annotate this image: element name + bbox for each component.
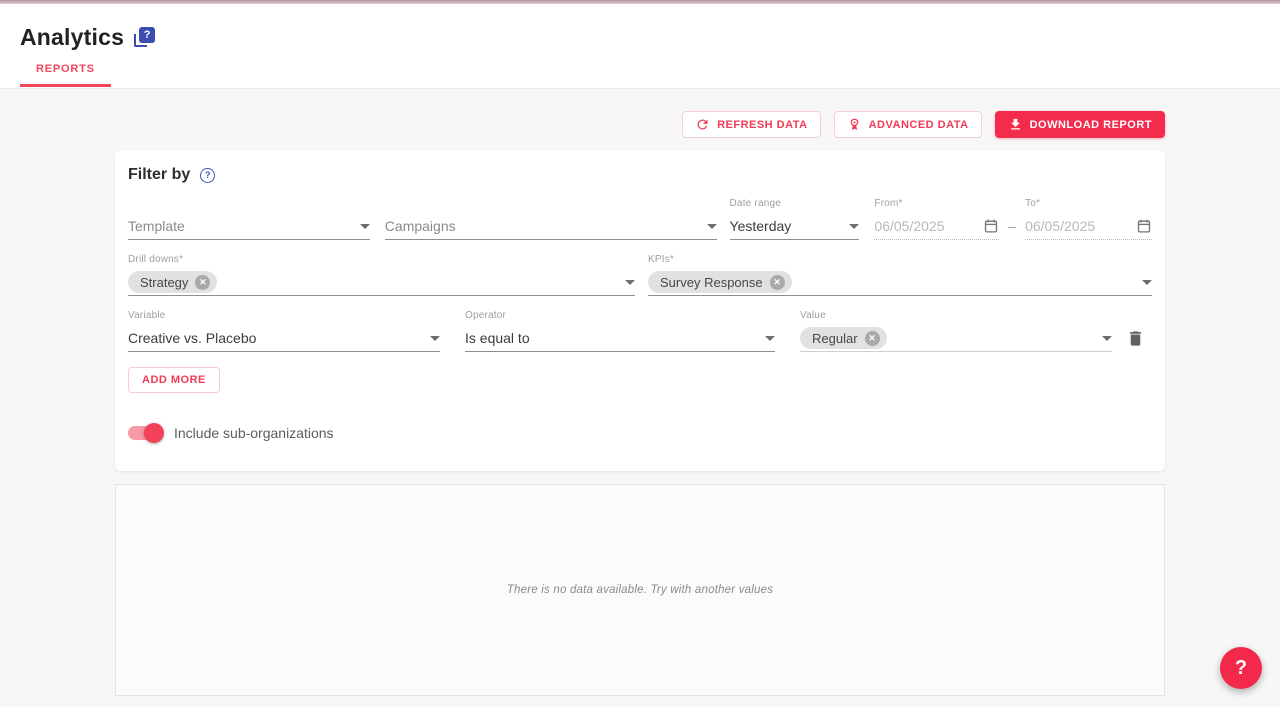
operator-select[interactable]: Operator Is equal to bbox=[465, 310, 775, 352]
to-label: To* bbox=[1025, 198, 1152, 213]
campaigns-placeholder: Campaigns bbox=[385, 218, 701, 234]
award-icon bbox=[847, 117, 862, 132]
campaigns-select[interactable]: Campaigns bbox=[385, 198, 717, 240]
tab-reports[interactable]: REPORTS bbox=[20, 63, 111, 87]
circle-question-icon[interactable]: ? bbox=[200, 168, 215, 183]
date-separator: – bbox=[999, 218, 1025, 240]
actions-toolbar: REFRESH DATA ADVANCED DATA DOWNLOAD REPO… bbox=[115, 111, 1165, 138]
filter-row-1: Template Campaigns Date range Yesterday bbox=[128, 198, 1152, 240]
chevron-down-icon bbox=[849, 224, 859, 229]
from-date-field[interactable]: From* 06/05/2025 bbox=[874, 198, 999, 240]
calendar-icon[interactable] bbox=[1136, 218, 1152, 234]
template-placeholder: Template bbox=[128, 218, 354, 234]
download-report-button[interactable]: DOWNLOAD REPORT bbox=[995, 111, 1165, 138]
toggle-knob bbox=[144, 423, 164, 443]
variable-select[interactable]: Variable Creative vs. Placebo bbox=[128, 310, 440, 352]
chip-survey-response: Survey Response ✕ bbox=[648, 271, 792, 293]
chevron-down-icon bbox=[625, 280, 635, 285]
kpis-label: KPIs* bbox=[648, 254, 1152, 269]
variable-value: Creative vs. Placebo bbox=[128, 330, 424, 346]
filter-row-2: Drill downs* Strategy ✕ KPIs* Survey Res… bbox=[128, 254, 1152, 296]
refresh-data-button[interactable]: REFRESH DATA bbox=[682, 111, 821, 138]
close-icon[interactable]: ✕ bbox=[195, 275, 210, 290]
download-icon bbox=[1008, 117, 1023, 132]
to-date-field[interactable]: To* 06/05/2025 bbox=[1025, 198, 1152, 240]
close-icon[interactable]: ✕ bbox=[865, 331, 880, 346]
help-fab[interactable]: ? bbox=[1220, 647, 1262, 689]
drill-downs-label: Drill downs* bbox=[128, 254, 635, 269]
value-select[interactable]: Value Regular ✕ bbox=[800, 310, 1112, 352]
filter-title: Filter by bbox=[128, 166, 190, 184]
help-doc-icon[interactable]: ? bbox=[134, 27, 156, 49]
include-sub-orgs-row: Include sub-organizations bbox=[128, 425, 1152, 441]
filter-row-3: Variable Creative vs. Placebo Operator I… bbox=[128, 310, 1152, 352]
add-more-button[interactable]: ADD MORE bbox=[128, 367, 220, 393]
value-label: Value bbox=[800, 310, 1112, 325]
chevron-down-icon bbox=[430, 336, 440, 341]
chevron-down-icon bbox=[1102, 336, 1112, 341]
from-date-value: 06/05/2025 bbox=[874, 218, 977, 234]
template-select[interactable]: Template bbox=[128, 198, 370, 240]
trash-icon bbox=[1126, 329, 1145, 348]
results-panel: There is no data available. Try with ano… bbox=[115, 484, 1165, 696]
empty-state-message: There is no data available. Try with ano… bbox=[507, 584, 773, 596]
include-sub-orgs-label: Include sub-organizations bbox=[174, 425, 334, 441]
question-mark-icon: ? bbox=[139, 27, 155, 43]
drill-downs-select[interactable]: Drill downs* Strategy ✕ bbox=[128, 254, 635, 296]
date-range-label: Date range bbox=[730, 198, 860, 213]
filter-card: Filter by ? Template Campaigns Date ran bbox=[115, 150, 1165, 471]
refresh-icon bbox=[695, 117, 710, 132]
close-icon[interactable]: ✕ bbox=[770, 275, 785, 290]
date-range-select[interactable]: Date range Yesterday bbox=[730, 198, 860, 240]
chevron-down-icon bbox=[1142, 280, 1152, 285]
kpis-select[interactable]: KPIs* Survey Response ✕ bbox=[648, 254, 1152, 296]
from-label: From* bbox=[874, 198, 999, 213]
operator-label: Operator bbox=[465, 310, 775, 325]
chevron-down-icon bbox=[707, 224, 717, 229]
delete-condition-button[interactable] bbox=[1126, 329, 1145, 348]
header: Analytics ? REPORTS bbox=[0, 4, 1280, 89]
operator-value: Is equal to bbox=[465, 330, 759, 346]
chip-strategy: Strategy ✕ bbox=[128, 271, 217, 293]
advanced-data-button[interactable]: ADVANCED DATA bbox=[834, 111, 982, 138]
date-range-value: Yesterday bbox=[730, 218, 844, 234]
chevron-down-icon bbox=[360, 224, 370, 229]
calendar-icon[interactable] bbox=[983, 218, 999, 234]
include-sub-orgs-toggle[interactable] bbox=[128, 426, 162, 440]
variable-label: Variable bbox=[128, 310, 440, 325]
chevron-down-icon bbox=[765, 336, 775, 341]
main-content: REFRESH DATA ADVANCED DATA DOWNLOAD REPO… bbox=[115, 111, 1165, 696]
to-date-value: 06/05/2025 bbox=[1025, 218, 1130, 234]
chip-regular: Regular ✕ bbox=[800, 327, 887, 349]
page-title: Analytics bbox=[20, 24, 124, 51]
tab-bar: REPORTS bbox=[20, 63, 1260, 87]
